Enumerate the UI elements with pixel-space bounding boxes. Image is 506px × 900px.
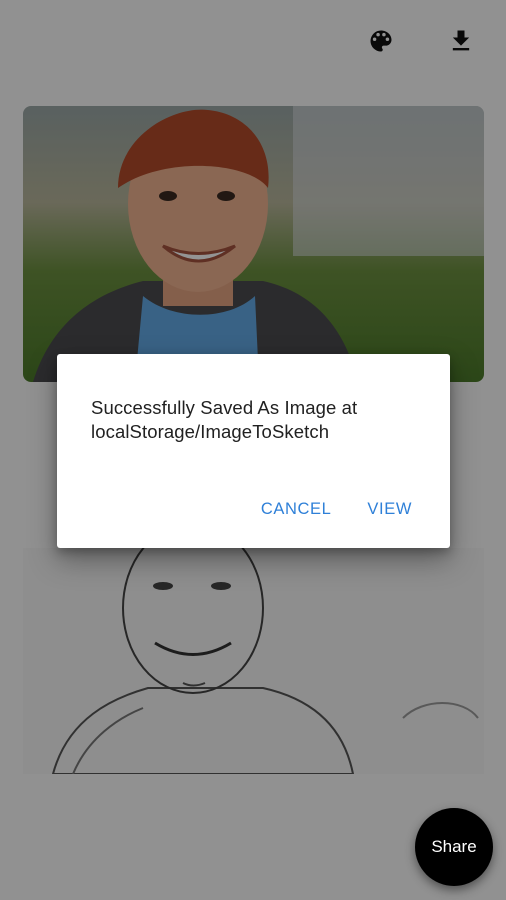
save-confirmation-dialog: Successfully Saved As Image at localStor…	[57, 354, 450, 548]
share-button[interactable]: Share	[415, 808, 493, 886]
share-button-label: Share	[431, 837, 477, 856]
view-button[interactable]: VIEW	[349, 492, 430, 527]
dialog-message: Successfully Saved As Image at localStor…	[91, 397, 358, 442]
app-screen: Share Successfully Saved As Image at loc…	[0, 0, 506, 900]
dialog-actions: CANCEL VIEW	[243, 492, 430, 527]
cancel-button[interactable]: CANCEL	[243, 492, 350, 527]
